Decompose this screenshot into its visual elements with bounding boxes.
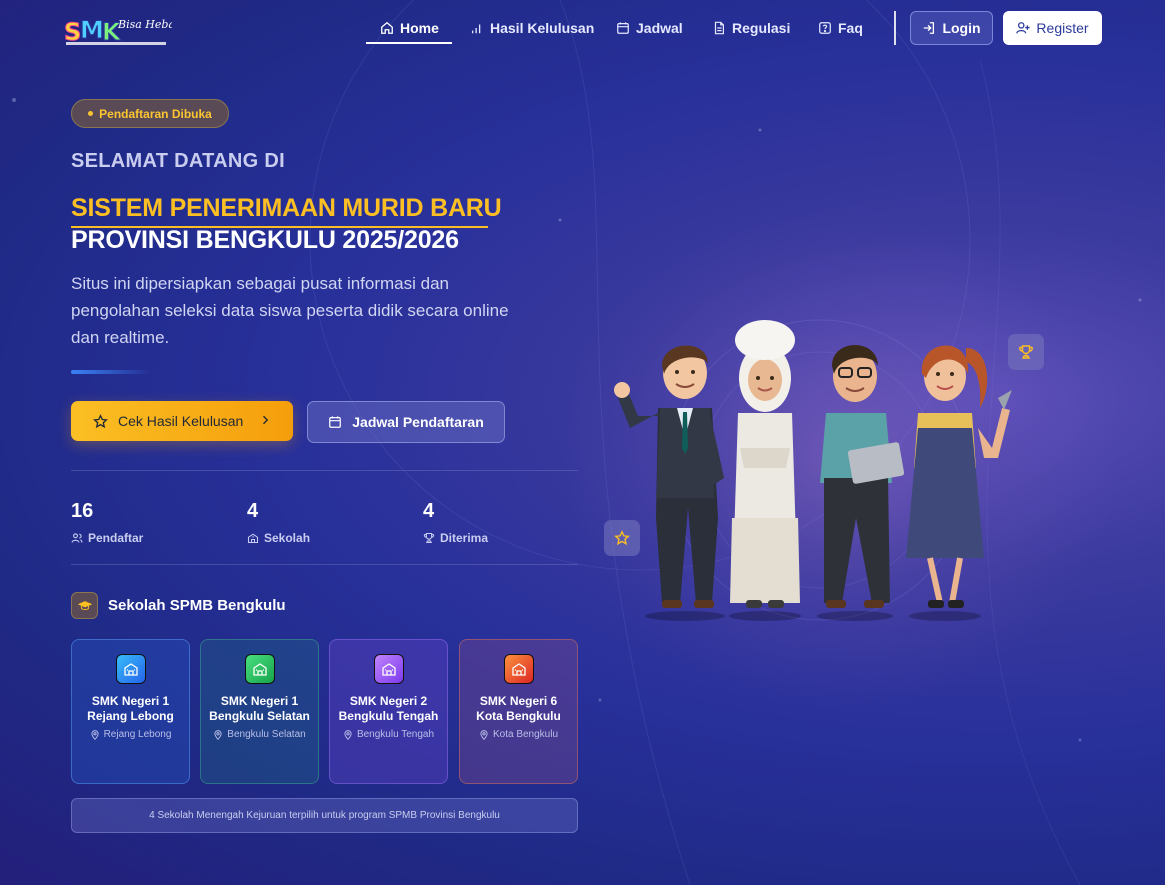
register-button[interactable]: Register [1003, 11, 1102, 45]
svg-text:Bisa Hebat: Bisa Hebat [117, 18, 172, 31]
bar-chart-icon [471, 24, 481, 34]
laptop-student-figure [817, 345, 905, 621]
calendar-icon [329, 416, 342, 428]
stat-sekolah: 4 Sekolah [247, 500, 311, 545]
map-pin-icon [214, 730, 222, 740]
nav-faq[interactable]: Faq [818, 14, 863, 42]
map-pin-icon [480, 730, 488, 740]
map-pin-icon [90, 730, 99, 740]
map-pin-icon [344, 730, 352, 740]
schools-footer-note: 4 Sekolah Menengah Kejuruan terpilih unt… [71, 798, 578, 833]
help-icon [819, 22, 831, 34]
businessman-figure [614, 345, 725, 621]
hero-title-line1: SISTEM PENERIMAAN MURID BARU [71, 194, 502, 222]
school-card-bengkulu-selatan[interactable]: SMK Negeri 1 Bengkulu Selatan Bengkulu S… [200, 639, 319, 784]
stat-pendaftar: 16 Pendaftar [71, 500, 144, 545]
svg-text:M: M [80, 16, 104, 44]
graduation-cap-icon [71, 592, 98, 619]
nav-jadwal[interactable]: Jadwal [616, 14, 683, 42]
nav-divider [894, 11, 896, 45]
school-card-rejang-lebong[interactable]: SMK Negeri 1 Rejang Lebong Rejang Lebong [71, 639, 190, 784]
calendar-icon [617, 22, 629, 34]
nav-home[interactable]: Home [380, 14, 439, 42]
logo-icon: S M K Bisa Hebat [64, 16, 181, 47]
stat-diterima: 4 Diterima [423, 500, 489, 545]
chef-figure [729, 320, 801, 621]
jadwal-pendaftaran-button[interactable]: Jadwal Pendaftaran [307, 401, 505, 443]
schools-section-title: Sekolah SPMB Bengkulu [71, 592, 286, 619]
students-illustration [614, 320, 1012, 621]
status-dot [88, 111, 94, 116]
registration-open-badge: Pendaftaran Dibuka [71, 99, 229, 128]
school-icon [244, 654, 275, 684]
trophy-icon [423, 532, 435, 544]
accent-bar [71, 370, 151, 374]
nav-regulasi[interactable]: Regulasi [712, 14, 790, 42]
brand-logo[interactable]: S M K Bisa Hebat [62, 10, 181, 48]
svg-text:S: S [64, 18, 81, 46]
divider [71, 470, 578, 471]
nav-hasil-kelulusan[interactable]: Hasil Kelulusan [470, 14, 594, 42]
divider [71, 564, 578, 565]
home-icon [381, 21, 393, 34]
hero-description: Situs ini dipersiapkan sebagai pusat inf… [71, 274, 509, 347]
school-icon [247, 533, 259, 544]
chevron-right-icon [263, 415, 269, 425]
nav-active-indicator [366, 42, 452, 44]
welcome-text: SELAMAT DATANG DI [71, 150, 285, 172]
star-icon [93, 413, 108, 428]
document-icon [714, 21, 724, 35]
school-icon [115, 654, 146, 684]
login-icon [924, 22, 935, 34]
school-icon [373, 654, 404, 684]
school-card-kota-bengkulu[interactable]: SMK Negeri 6 Kota Bengkulu Kota Bengkulu [459, 639, 578, 784]
hero-title-line2: PROVINSI BENGKULU 2025/2026 [71, 226, 459, 254]
user-plus-icon [1016, 22, 1030, 34]
school-card-bengkulu-tengah[interactable]: SMK Negeri 2 Bengkulu Tengah Bengkulu Te… [329, 639, 448, 784]
navbar: S M K Bisa Hebat Home Hasil Kelulusan Ja… [0, 0, 1165, 60]
users-icon [71, 533, 83, 543]
login-button[interactable]: Login [910, 11, 993, 45]
stylist-figure [906, 345, 1012, 621]
cek-hasil-kelulusan-button[interactable]: Cek Hasil Kelulusan [71, 401, 293, 441]
school-icon [503, 654, 534, 684]
